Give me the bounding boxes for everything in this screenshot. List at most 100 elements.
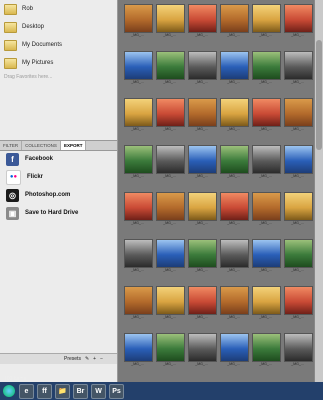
thumbnail-cell[interactable]: _MG_... — [185, 94, 218, 141]
scrollbar-thumb[interactable] — [316, 40, 322, 150]
thumbnail-cell[interactable]: _MG_... — [281, 141, 314, 188]
thumbnail-image[interactable] — [220, 333, 249, 362]
thumbnail-cell[interactable]: _MG_... — [153, 329, 186, 376]
thumbnail-image[interactable] — [188, 286, 217, 315]
thumbnail-cell[interactable]: _MG_... — [153, 282, 186, 329]
tab-export[interactable]: EXPORT — [60, 141, 87, 150]
export-hard-drive[interactable]: ▣ Save to Hard Drive — [0, 204, 117, 222]
thumbnail-image[interactable] — [252, 51, 281, 80]
thumbnail-image[interactable] — [252, 145, 281, 174]
thumbnail-cell[interactable]: _MG_... — [121, 282, 154, 329]
thumbnail-image[interactable] — [156, 98, 185, 127]
thumbnail-cell[interactable]: _MG_... — [217, 282, 250, 329]
thumbnail-cell[interactable]: _MG_... — [121, 329, 154, 376]
thumbnail-image[interactable] — [124, 239, 153, 268]
thumbnail-cell[interactable]: _MG_... — [185, 47, 218, 94]
thumbnail-cell[interactable]: _MG_... — [281, 188, 314, 235]
ie-icon[interactable]: e — [19, 383, 34, 399]
photoshop-icon[interactable]: Ps — [109, 383, 124, 399]
thumbnail-cell[interactable]: _MG_... — [281, 47, 314, 94]
thumbnail-cell[interactable]: _MG_... — [249, 47, 282, 94]
thumbnail-image[interactable] — [220, 286, 249, 315]
thumbnail-image[interactable] — [156, 333, 185, 362]
thumbnail-image[interactable] — [188, 4, 217, 33]
favorite-desktop[interactable]: Desktop — [0, 18, 117, 36]
thumbnail-image[interactable] — [252, 333, 281, 362]
thumbnail-cell[interactable]: _MG_... — [249, 329, 282, 376]
favorite-my-documents[interactable]: My Documents — [0, 36, 117, 54]
thumbnail-cell[interactable]: _MG_... — [249, 188, 282, 235]
thumbnail-cell[interactable]: _MG_... — [281, 235, 314, 282]
thumbnail-image[interactable] — [284, 192, 313, 221]
thumbnail-image[interactable] — [124, 98, 153, 127]
thumbnail-image[interactable] — [252, 192, 281, 221]
thumbnail-image[interactable] — [124, 192, 153, 221]
thumbnail-cell[interactable]: _MG_... — [121, 235, 154, 282]
favorite-my-pictures[interactable]: My Pictures — [0, 54, 117, 72]
thumbnail-image[interactable] — [252, 239, 281, 268]
thumbnail-cell[interactable]: _MG_... — [281, 329, 314, 376]
thumbnail-cell[interactable]: _MG_... — [249, 282, 282, 329]
thumbnail-image[interactable] — [252, 4, 281, 33]
tab-collections[interactable]: COLLECTIONS — [22, 141, 61, 150]
thumbnail-cell[interactable]: _MG_... — [185, 329, 218, 376]
thumbnail-cell[interactable]: _MG_... — [121, 0, 154, 47]
thumbnail-cell[interactable]: _MG_... — [281, 94, 314, 141]
add-icon[interactable]: + — [93, 356, 96, 362]
thumbnail-image[interactable] — [220, 51, 249, 80]
thumbnail-image[interactable] — [156, 4, 185, 33]
thumbnail-image[interactable] — [220, 145, 249, 174]
tab-filter[interactable]: FILTER — [0, 141, 23, 150]
thumbnail-image[interactable] — [284, 239, 313, 268]
export-flickr[interactable]: ● ● Flickr — [0, 168, 117, 186]
thumbnail-cell[interactable]: _MG_... — [121, 188, 154, 235]
thumbnail-image[interactable] — [188, 192, 217, 221]
thumbnail-image[interactable] — [252, 98, 281, 127]
thumbnail-cell[interactable]: _MG_... — [185, 235, 218, 282]
thumbnail-cell[interactable]: _MG_... — [217, 329, 250, 376]
scrollbar[interactable] — [314, 0, 323, 382]
thumbnail-cell[interactable]: _MG_... — [153, 235, 186, 282]
thumbnail-cell[interactable]: _MG_... — [217, 47, 250, 94]
thumbnail-cell[interactable]: _MG_... — [249, 235, 282, 282]
thumbnail-image[interactable] — [284, 4, 313, 33]
favorite-rob[interactable]: Rob — [0, 0, 117, 18]
thumbnail-image[interactable] — [124, 333, 153, 362]
thumbnail-image[interactable] — [188, 239, 217, 268]
bridge-icon[interactable]: Br — [73, 383, 88, 399]
thumbnail-image[interactable] — [156, 239, 185, 268]
export-facebook[interactable]: f Facebook — [0, 150, 117, 168]
thumbnail-cell[interactable]: _MG_... — [121, 94, 154, 141]
thumbnail-image[interactable] — [124, 4, 153, 33]
thumbnail-image[interactable] — [220, 239, 249, 268]
export-photoshop[interactable]: ◎ Photoshop.com — [0, 186, 117, 204]
thumbnail-cell[interactable]: _MG_... — [217, 188, 250, 235]
thumbnail-cell[interactable]: _MG_... — [121, 47, 154, 94]
thumbnail-image[interactable] — [220, 98, 249, 127]
thumbnail-cell[interactable]: _MG_... — [185, 0, 218, 47]
edit-icon[interactable]: ✎ — [85, 356, 89, 362]
thumbnail-cell[interactable]: _MG_... — [249, 94, 282, 141]
thumbnail-cell[interactable]: _MG_... — [121, 141, 154, 188]
thumbnail-cell[interactable]: _MG_... — [217, 0, 250, 47]
thumbnail-cell[interactable]: _MG_... — [153, 47, 186, 94]
thumbnail-cell[interactable]: _MG_... — [153, 0, 186, 47]
thumbnail-image[interactable] — [124, 286, 153, 315]
thumbnail-image[interactable] — [124, 145, 153, 174]
thumbnail-cell[interactable]: _MG_... — [185, 188, 218, 235]
thumbnail-image[interactable] — [220, 192, 249, 221]
thumbnail-cell[interactable]: _MG_... — [281, 282, 314, 329]
thumbnail-image[interactable] — [124, 51, 153, 80]
thumbnail-image[interactable] — [156, 286, 185, 315]
thumbnail-image[interactable] — [188, 51, 217, 80]
thumbnail-image[interactable] — [284, 51, 313, 80]
thumbnail-image[interactable] — [188, 145, 217, 174]
firefox-icon[interactable]: ff — [37, 383, 52, 399]
remove-icon[interactable]: − — [100, 356, 103, 362]
start-button[interactable] — [3, 385, 15, 397]
thumbnail-cell[interactable]: _MG_... — [217, 141, 250, 188]
thumbnail-cell[interactable]: _MG_... — [281, 0, 314, 47]
thumbnail-image[interactable] — [252, 286, 281, 315]
thumbnail-image[interactable] — [220, 4, 249, 33]
thumbnail-cell[interactable]: _MG_... — [153, 94, 186, 141]
